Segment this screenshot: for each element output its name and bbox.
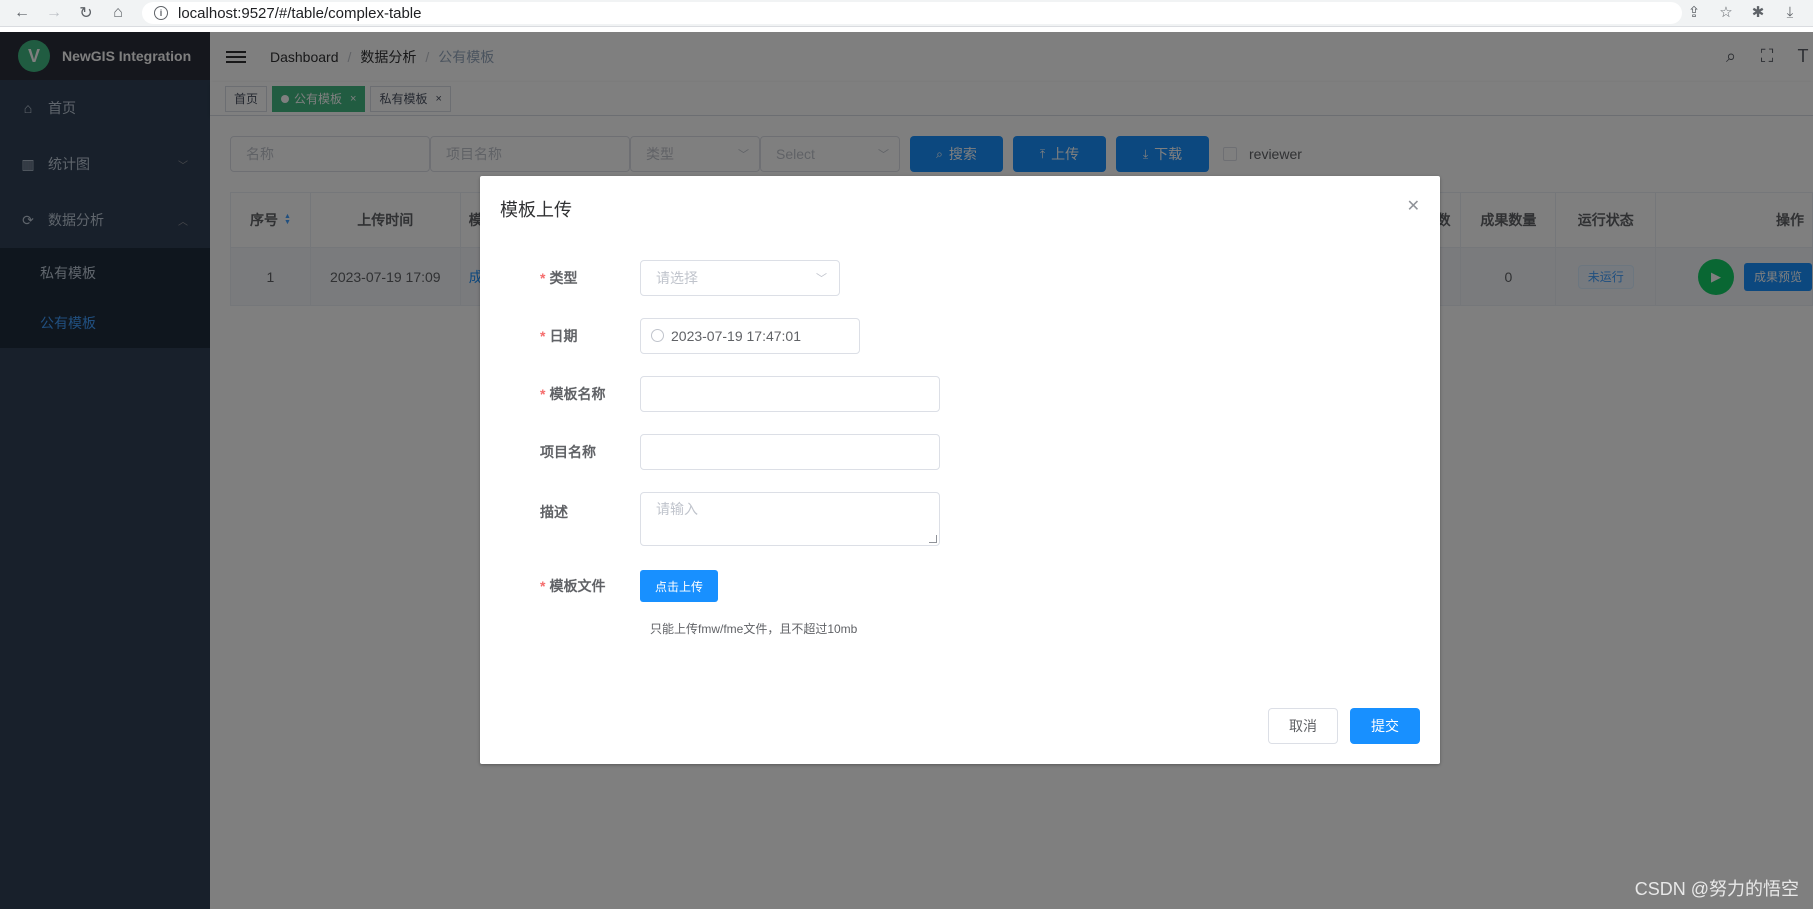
form-label: * 模板名称	[540, 386, 606, 402]
chevron-down-icon: ﹀	[816, 273, 827, 285]
date-value: 2023-07-19 17:47:01	[671, 328, 801, 344]
bookmark-star-icon[interactable]: ☆	[1717, 3, 1735, 21]
template-name-input[interactable]	[640, 376, 940, 412]
upload-tip: 只能上传fmw/fme文件，且不超过10mb	[650, 622, 858, 636]
form-label: * 模板文件	[540, 578, 606, 594]
upload-dialog: 模板上传 ✕ * 类型 请选择 ﹀ * 日期 2023-07-19 17:47:01…	[480, 176, 1440, 764]
description-textarea[interactable]: 请输入	[640, 492, 940, 546]
form-label: * 类型	[540, 270, 578, 286]
date-picker[interactable]: 2023-07-19 17:47:01	[640, 318, 860, 354]
form-label: 描述	[540, 504, 568, 520]
reload-icon[interactable]: ↻	[76, 3, 96, 23]
extensions-icon[interactable]: ✱	[1749, 3, 1767, 21]
dialog-title: 模板上传	[500, 200, 572, 220]
form-label: * 日期	[540, 328, 578, 344]
back-icon[interactable]: ←	[12, 3, 32, 23]
type-select[interactable]: 请选择 ﹀	[640, 260, 840, 296]
url-text: localhost:9527/#/table/complex-table	[178, 4, 422, 22]
clock-icon	[651, 329, 664, 342]
dialog-footer: 取消 提交	[1268, 708, 1420, 744]
home-icon[interactable]: ⌂	[108, 3, 128, 23]
textarea-placeholder: 请输入	[656, 501, 698, 517]
resize-handle-icon[interactable]	[929, 535, 937, 543]
form-item-project-name: 项目名称	[540, 434, 940, 470]
submit-button[interactable]: 提交	[1350, 708, 1420, 744]
forward-icon[interactable]: →	[44, 3, 64, 23]
form-item-file: * 模板文件 点击上传	[540, 570, 719, 602]
project-name-input[interactable]	[640, 434, 940, 470]
browser-toolbar: ← → ↻ ⌂ i localhost:9527/#/table/complex…	[0, 0, 1813, 27]
form-item-type: * 类型 请选择 ﹀	[540, 260, 840, 296]
watermark: CSDN @努力的悟空	[1634, 879, 1799, 899]
download-icon[interactable]: ⤓	[1781, 3, 1799, 21]
form-item-template-name: * 模板名称	[540, 376, 940, 412]
close-icon[interactable]: ✕	[1407, 196, 1420, 216]
site-info-icon[interactable]: i	[154, 6, 168, 20]
form-item-description: 描述 请输入	[540, 492, 940, 546]
address-bar[interactable]: i localhost:9527/#/table/complex-table	[142, 2, 1682, 24]
select-placeholder: 请选择	[656, 270, 698, 286]
click-upload-button[interactable]: 点击上传	[640, 570, 719, 602]
form-label: 项目名称	[540, 444, 596, 460]
cancel-button[interactable]: 取消	[1268, 708, 1338, 744]
form-item-date: * 日期 2023-07-19 17:47:01	[540, 318, 860, 354]
share-icon[interactable]: ⇪	[1685, 3, 1703, 21]
